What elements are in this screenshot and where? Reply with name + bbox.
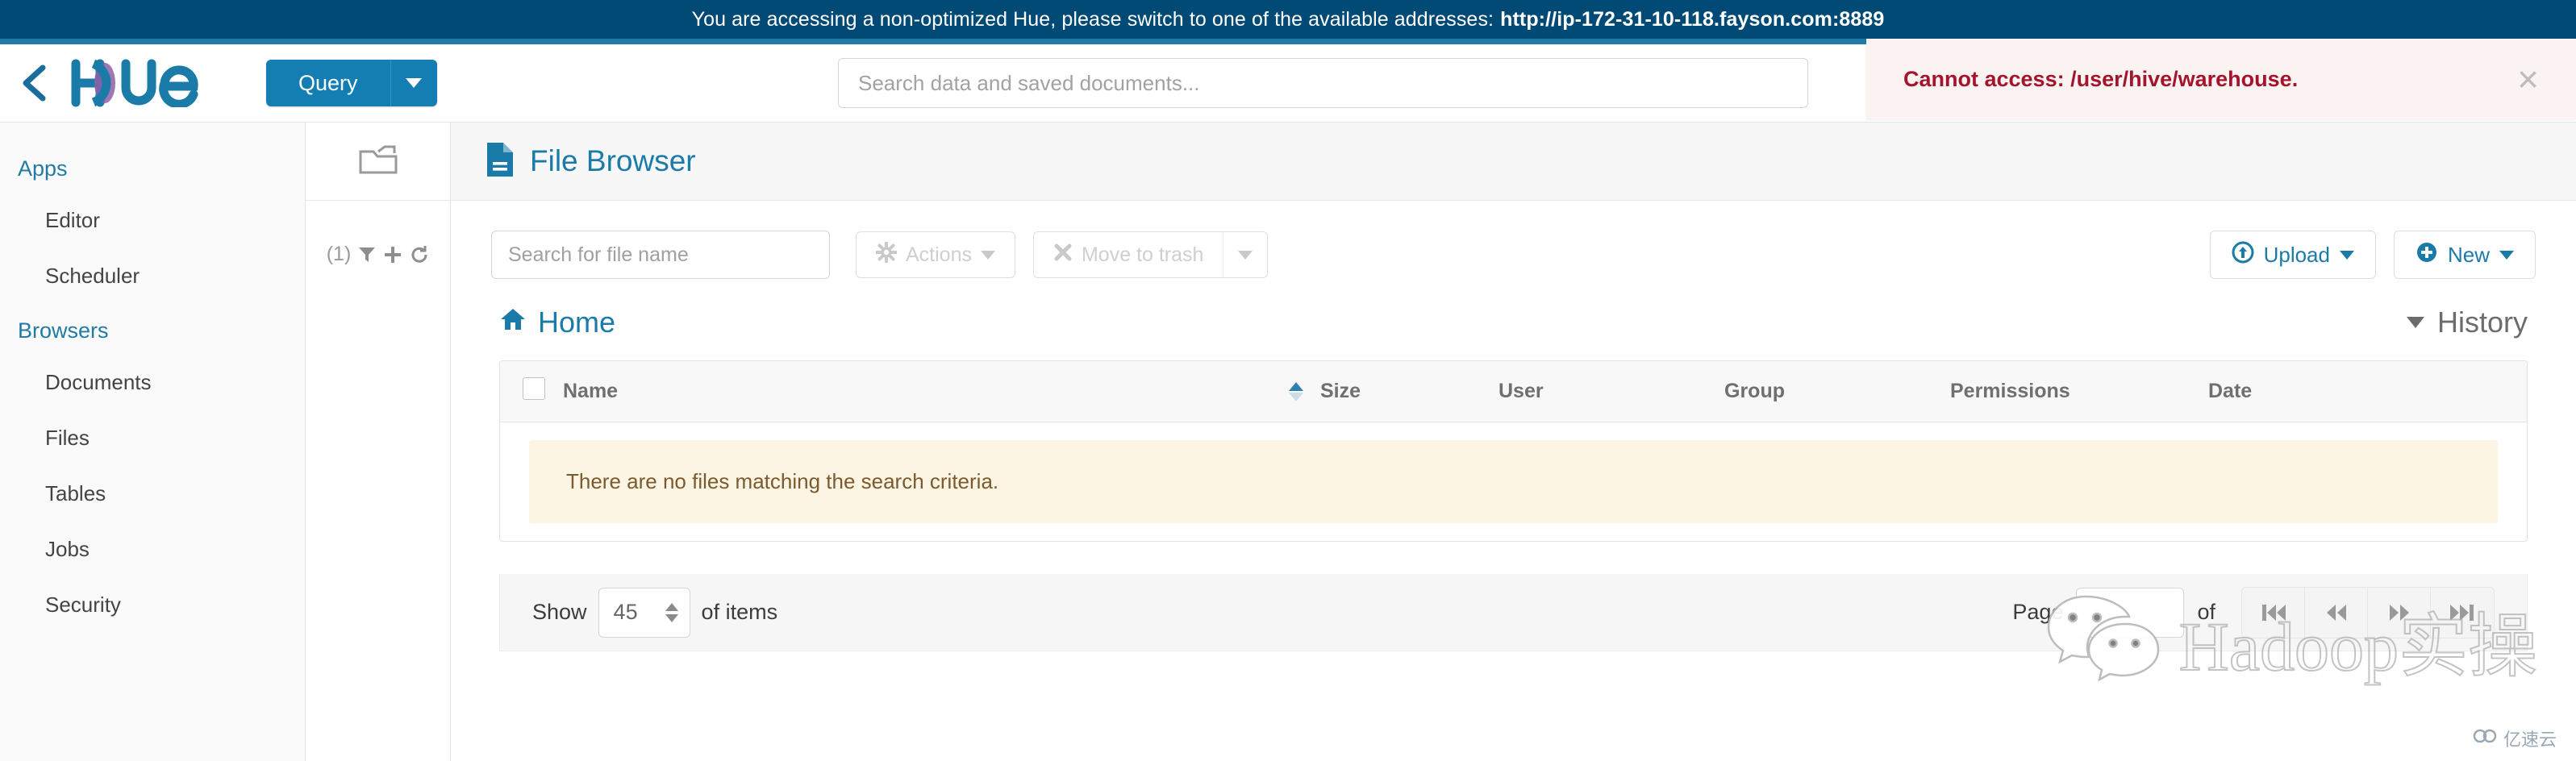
- breadcrumb: Home History: [451, 288, 2576, 339]
- back-button[interactable]: [0, 62, 69, 104]
- query-button-group[interactable]: Query: [266, 60, 437, 106]
- column-header-group[interactable]: Group: [1724, 361, 1950, 422]
- move-to-trash-label: Move to trash: [1081, 243, 1204, 266]
- upload-button[interactable]: Upload: [2209, 231, 2376, 279]
- move-to-trash-dropdown-toggle[interactable]: [1223, 231, 1269, 278]
- sidebar-item-scheduler[interactable]: Scheduler: [0, 248, 305, 304]
- toolbar-right-actions: Upload New: [2209, 231, 2536, 279]
- new-button-label: New: [2447, 242, 2490, 267]
- error-message: Cannot access: /user/hive/warehouse.: [1903, 66, 2299, 91]
- column-header-permissions[interactable]: Permissions: [1950, 361, 2208, 422]
- file-search-input[interactable]: [491, 231, 830, 279]
- main-content: File Browser Actions: [451, 123, 2576, 761]
- column-header-user[interactable]: User: [1498, 361, 1724, 422]
- of-items-label: of items: [701, 600, 778, 624]
- page-size-value: 45: [613, 600, 638, 624]
- select-all-checkbox[interactable]: [523, 377, 545, 400]
- sidebar-item-jobs[interactable]: Jobs: [0, 522, 305, 577]
- file-toolbar: Actions Move to trash: [451, 201, 2576, 288]
- sidebar-item-security[interactable]: Security: [0, 577, 305, 633]
- query-button[interactable]: Query: [266, 60, 390, 106]
- column-header-name[interactable]: Name: [563, 361, 1289, 422]
- sidebar-group-apps: Apps Editor Scheduler: [0, 142, 305, 304]
- first-page-icon[interactable]: [2242, 587, 2305, 638]
- non-optimized-banner: You are accessing a non-optimized Hue, p…: [0, 0, 2576, 39]
- sidebar: Apps Editor Scheduler Browsers Documents…: [0, 123, 306, 761]
- of-label: of: [2197, 600, 2215, 624]
- sidebar-group-title-browsers: Browsers: [18, 318, 109, 343]
- close-icon[interactable]: ×: [2517, 60, 2539, 98]
- chevron-down-icon: [2339, 250, 2354, 260]
- file-table: Name Size User Group Permissions Date Th…: [499, 360, 2528, 542]
- actions-button-label: Actions: [906, 243, 972, 266]
- query-dropdown-toggle[interactable]: [390, 60, 437, 106]
- sidebar-item-documents[interactable]: Documents: [0, 355, 305, 410]
- column-header-size-label: Size: [1319, 380, 1361, 402]
- sidebar-item-tables[interactable]: Tables: [0, 466, 305, 522]
- hue-logo[interactable]: [69, 59, 239, 107]
- sidebar-item-editor[interactable]: Editor: [0, 193, 305, 248]
- breadcrumb-home-label: Home: [538, 306, 616, 339]
- column-header-date[interactable]: Date: [2208, 361, 2527, 422]
- pagination-buttons: [2241, 586, 2495, 638]
- refresh-icon[interactable]: [410, 245, 429, 264]
- page-header: File Browser: [451, 123, 2576, 201]
- chevron-down-icon: [406, 78, 423, 88]
- page-navigation: Page of: [2012, 586, 2495, 638]
- chevron-down-icon: [980, 250, 995, 260]
- assist-panel-header: [306, 123, 450, 201]
- previous-page-icon[interactable]: [2305, 587, 2368, 638]
- page-title[interactable]: File Browser: [530, 144, 696, 178]
- move-to-trash-group[interactable]: Move to trash: [1032, 231, 1269, 278]
- history-label: History: [2436, 306, 2528, 339]
- page-layout: Apps Editor Scheduler Browsers Documents…: [0, 123, 2576, 761]
- assist-toolbar: (1): [306, 201, 450, 266]
- move-to-trash-button[interactable]: Move to trash: [1032, 231, 1223, 278]
- plus-icon[interactable]: [383, 245, 402, 264]
- chevron-left-icon: [18, 62, 52, 104]
- last-page-icon[interactable]: [2431, 587, 2494, 638]
- stepper-arrows-icon[interactable]: [665, 602, 678, 622]
- upload-button-label: Upload: [2263, 242, 2330, 267]
- sidebar-item-files[interactable]: Files: [0, 410, 305, 466]
- banner-message: You are accessing a non-optimized Hue, p…: [691, 7, 1494, 31]
- page-label: Page: [2012, 600, 2064, 624]
- select-all-header: [500, 361, 563, 422]
- filter-icon[interactable]: [358, 245, 376, 264]
- upload-icon: [2232, 241, 2254, 269]
- chevron-down-icon: [2499, 250, 2514, 260]
- file-document-icon: [485, 141, 515, 182]
- new-button[interactable]: New: [2393, 231, 2536, 279]
- empty-state-message: There are no files matching the search c…: [529, 440, 2498, 523]
- page-number-input[interactable]: [2076, 587, 2185, 638]
- home-icon: [499, 306, 527, 339]
- pagination-bar: Show 45 of items Page of: [499, 574, 2528, 651]
- show-label: Show: [532, 600, 587, 624]
- breadcrumb-home[interactable]: Home: [499, 306, 615, 339]
- assist-panel: (1): [306, 123, 451, 761]
- assist-count: (1): [326, 243, 352, 265]
- sidebar-group-title-apps: Apps: [18, 156, 68, 181]
- table-header-row: Name Size User Group Permissions Date: [500, 361, 2527, 422]
- banner-url-link[interactable]: http://ip-172-31-10-118.fayson.com:8889: [1500, 8, 1884, 31]
- table-empty-row: There are no files matching the search c…: [500, 422, 2527, 542]
- page-size-stepper[interactable]: 45: [598, 587, 690, 638]
- close-x-icon: [1053, 243, 1073, 268]
- chevron-down-icon: [2406, 317, 2424, 328]
- history-toggle[interactable]: History: [2406, 306, 2528, 339]
- next-page-icon[interactable]: [2368, 587, 2431, 638]
- actions-button[interactable]: Actions: [856, 231, 1015, 278]
- folder-icon[interactable]: [357, 142, 399, 181]
- global-search-input[interactable]: [838, 58, 1808, 108]
- chevron-down-icon: [1238, 250, 1253, 260]
- plus-circle-icon: [2416, 241, 2438, 269]
- gear-icon: [875, 240, 898, 268]
- sidebar-group-browsers: Browsers Documents Files Tables Jobs Sec…: [0, 304, 305, 633]
- column-header-size[interactable]: Size: [1289, 361, 1498, 422]
- sort-ascending-icon: [1289, 382, 1303, 402]
- error-toast: Cannot access: /user/hive/warehouse. ×: [1866, 39, 2576, 119]
- hue-logo-icon: [69, 59, 231, 107]
